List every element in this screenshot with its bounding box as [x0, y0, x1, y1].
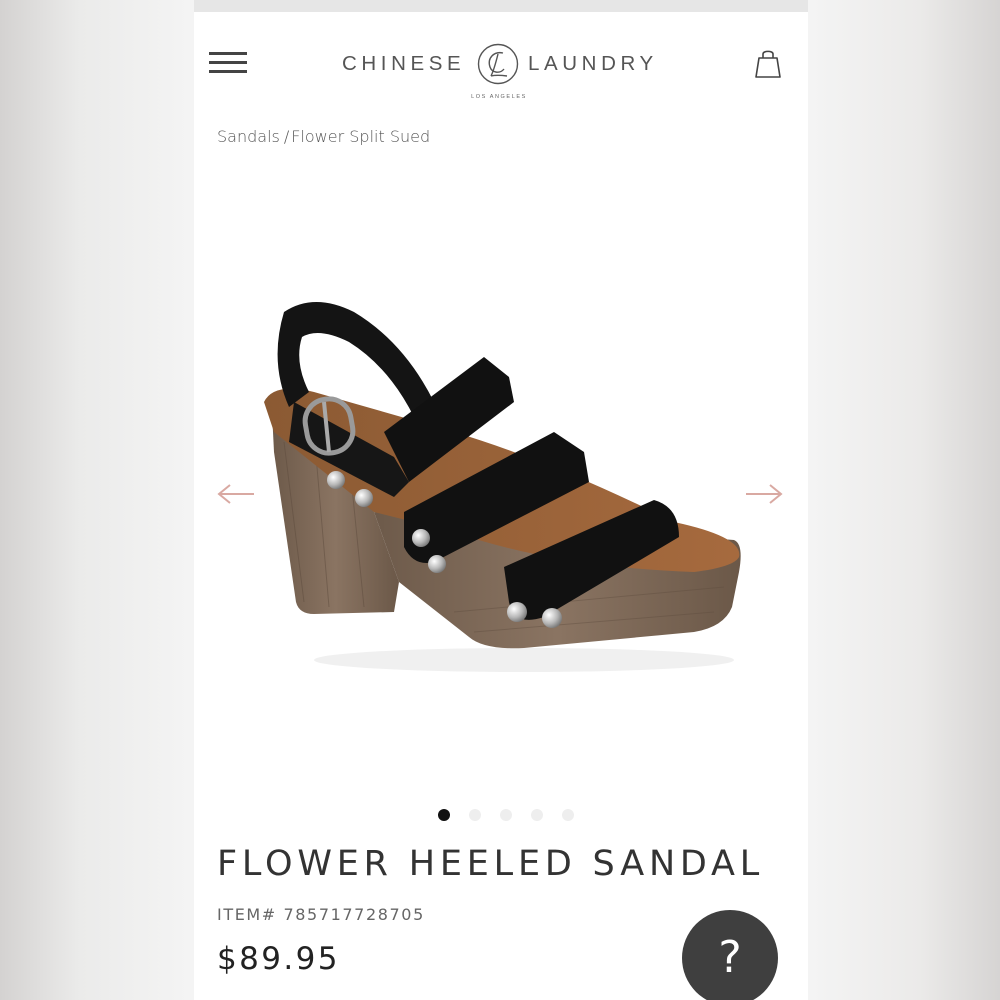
breadcrumb: Sandals / Flower Split Sued — [217, 127, 430, 146]
carousel-dots — [438, 809, 574, 823]
help-button[interactable]: ? — [682, 910, 778, 1000]
brand-logo[interactable]: CHINESE LAUNDRY LOS ANGELES — [329, 40, 669, 106]
carousel-dot[interactable] — [469, 809, 481, 821]
installment-text-cutoff — [217, 993, 737, 1000]
menu-bar — [209, 70, 247, 73]
hamburger-menu-icon[interactable] — [209, 50, 247, 76]
arrow-left-icon[interactable] — [216, 482, 256, 506]
item-label: ITEM# — [217, 905, 277, 924]
carousel-dot[interactable] — [531, 809, 543, 821]
item-value: 785717728705 — [283, 905, 425, 924]
product-page: CHINESE LAUNDRY LOS ANGELES Sandals / Flow… — [194, 12, 808, 1000]
carousel-dot[interactable] — [562, 809, 574, 821]
carousel-dot[interactable] — [438, 809, 450, 821]
breadcrumb-link-sandals[interactable]: Sandals — [217, 127, 280, 146]
product-image[interactable] — [254, 282, 754, 692]
brand-word-right: LAUNDRY — [528, 52, 658, 75]
brand-subtitle: LOS ANGELES — [471, 94, 527, 100]
menu-bar — [209, 61, 247, 64]
carousel-dot[interactable] — [500, 809, 512, 821]
product-title: FLOWER HEELED SANDAL — [217, 844, 765, 884]
cl-monogram-icon — [477, 43, 519, 85]
breadcrumb-current: Flower Split Sued — [291, 127, 431, 146]
item-number: ITEM# 785717728705 — [217, 905, 425, 924]
menu-bar — [209, 52, 247, 55]
product-price: $89.95 — [217, 941, 340, 977]
shopping-bag-icon[interactable] — [754, 46, 782, 80]
breadcrumb-separator: / — [283, 127, 290, 146]
brand-word-left: CHINESE — [342, 52, 466, 75]
browser-top-strip — [194, 0, 808, 12]
